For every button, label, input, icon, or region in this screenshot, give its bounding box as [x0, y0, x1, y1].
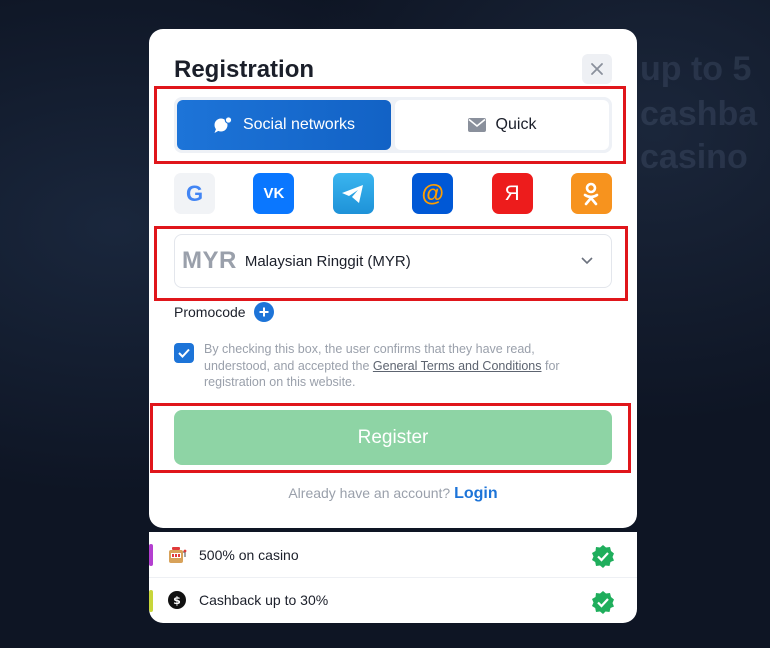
perk-cashback: $ Cashback up to 30%: [149, 577, 637, 622]
terms-consent: By checking this box, the user confirms …: [174, 341, 604, 391]
perk-accent: [149, 544, 153, 566]
vk-login-button[interactable]: VK: [253, 173, 295, 214]
close-button[interactable]: [582, 54, 612, 84]
checkmark-icon: [178, 348, 190, 358]
close-icon: [591, 63, 603, 75]
mail-ru-login-button[interactable]: @: [412, 173, 454, 214]
perk-casino-label: 500% on casino: [199, 546, 299, 563]
promocode-toggle[interactable]: Promocode: [174, 302, 274, 322]
slot-machine-icon: [169, 546, 187, 563]
highlight-currency: [154, 226, 628, 301]
modal-title: Registration: [174, 56, 315, 83]
background-headline-1: up to 5: [640, 50, 752, 88]
mail-ru-icon: @: [421, 180, 444, 206]
odnoklassniki-icon: [584, 182, 599, 205]
bonus-perks: 500% on casino $ Cashback up to 30%: [149, 532, 637, 623]
svg-text:$: $: [173, 594, 181, 607]
login-prompt: Already have an account?: [288, 485, 451, 501]
verified-check-icon: [592, 591, 614, 614]
highlight-tabs: [154, 86, 626, 164]
terms-link[interactable]: General Terms and Conditions: [373, 359, 542, 373]
highlight-register: [150, 403, 631, 473]
login-prompt-row: Already have an account? Login: [149, 485, 637, 503]
terms-consent-text: By checking this box, the user confirms …: [204, 341, 604, 391]
google-login-button[interactable]: G: [174, 173, 215, 214]
background-headline-3: casino: [640, 138, 748, 176]
plus-icon[interactable]: [253, 302, 274, 322]
telegram-icon: [342, 184, 364, 203]
yandex-icon: Я: [504, 181, 520, 205]
vk-icon: VK: [263, 185, 285, 202]
background-headline-2: cashba: [640, 95, 758, 133]
perk-accent: [149, 590, 153, 612]
verified-check-icon: [592, 545, 614, 568]
cashback-coin-icon: $: [168, 591, 186, 609]
perk-casino: 500% on casino: [149, 532, 637, 577]
terms-checkbox[interactable]: [174, 343, 194, 363]
social-login-row: G VK @ Я: [174, 173, 612, 214]
perk-cashback-label: Cashback up to 30%: [199, 592, 329, 608]
login-link[interactable]: Login: [454, 485, 498, 502]
promocode-label: Promocode: [174, 304, 246, 320]
yandex-login-button[interactable]: Я: [491, 173, 533, 214]
telegram-login-button[interactable]: [332, 173, 374, 214]
odnoklassniki-login-button[interactable]: [570, 173, 612, 214]
google-icon: G: [185, 180, 204, 206]
